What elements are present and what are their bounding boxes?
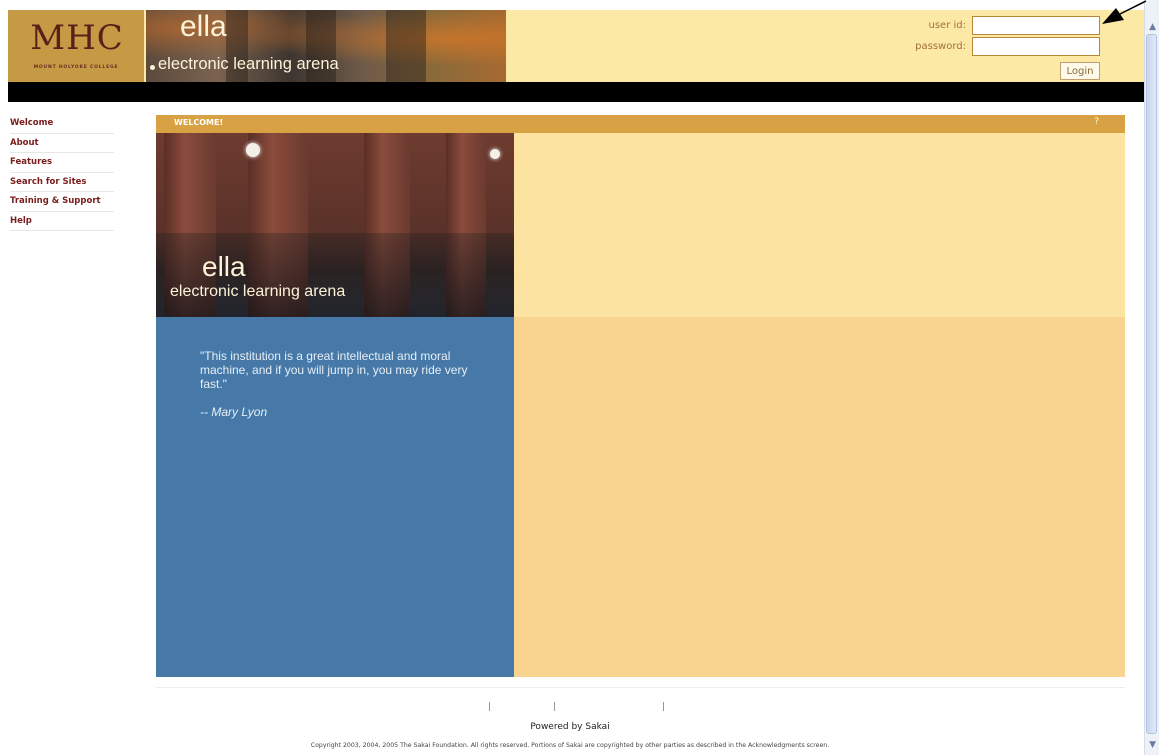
banner-bullet — [150, 65, 155, 70]
scroll-up-icon[interactable]: ▲ — [1149, 22, 1156, 32]
user-id-label: user id: — [928, 20, 967, 31]
left-nav: Welcome About Features Search for Sites … — [10, 114, 114, 231]
logo-subtitle: MOUNT HOLYOKE COLLEGE — [33, 65, 119, 70]
password-input[interactable] — [972, 37, 1100, 56]
welcome-title-bar: WELCOME! ? — [156, 115, 1125, 133]
nav-item-about[interactable]: About — [10, 134, 114, 153]
nav-item-help[interactable]: Help — [10, 212, 114, 231]
page: MHC MOUNT HOLYOKE COLLEGE ella electroni… — [0, 0, 1159, 755]
quote-box: "This institution is a great intellectua… — [156, 317, 514, 677]
footer-separator: | — [488, 702, 492, 712]
ella-banner: ella electronic learning arena — [146, 10, 506, 82]
quote-text: "This institution is a great intellectua… — [200, 349, 468, 391]
welcome-title: WELCOME! — [174, 118, 224, 127]
site-nav-bar — [8, 82, 1144, 102]
login-button[interactable]: Login — [1060, 62, 1100, 80]
banner-title: ella — [180, 10, 227, 43]
header: MHC MOUNT HOLYOKE COLLEGE ella electroni… — [8, 10, 1144, 82]
photo-subtitle: electronic learning arena — [170, 283, 346, 300]
annotation-arrow-icon — [1102, 0, 1147, 24]
photo-title: ella — [202, 251, 246, 282]
footer-separator: | — [553, 702, 557, 712]
quote-author: -- Mary Lyon — [200, 405, 268, 419]
scroll-down-icon[interactable]: ▼ — [1149, 740, 1156, 750]
welcome-content: ella electronic learning arena "This ins… — [156, 133, 1125, 677]
powered-by-sakai[interactable]: Powered by Sakai — [470, 722, 670, 732]
nav-item-search-for-sites[interactable]: Search for Sites — [10, 173, 114, 192]
scroll-thumb[interactable] — [1146, 34, 1157, 734]
lamp-icon — [246, 143, 260, 157]
logo-mark: MHC — [30, 18, 124, 58]
nav-item-features[interactable]: Features — [10, 153, 114, 173]
lamp-icon — [490, 149, 500, 159]
login-form: user id: password: Login — [870, 14, 1130, 80]
user-id-input[interactable] — [972, 16, 1100, 35]
vertical-scrollbar[interactable]: ▲ ▼ — [1144, 0, 1159, 755]
banner-subtitle: electronic learning arena — [158, 55, 339, 73]
copyright-text: Copyright 2003, 2004, 2005 The Sakai Fou… — [310, 742, 830, 749]
nav-item-training-support[interactable]: Training & Support — [10, 192, 114, 212]
footer-separator: | — [662, 702, 666, 712]
footer-divider — [156, 687, 1125, 688]
help-icon[interactable]: ? — [1094, 117, 1099, 127]
college-logo[interactable]: MHC MOUNT HOLYOKE COLLEGE — [8, 10, 144, 82]
password-label: password: — [915, 41, 966, 52]
gate-photo: ella electronic learning arena — [156, 133, 514, 317]
nav-item-welcome[interactable]: Welcome — [10, 114, 114, 134]
photo-side-panel — [514, 133, 1125, 317]
